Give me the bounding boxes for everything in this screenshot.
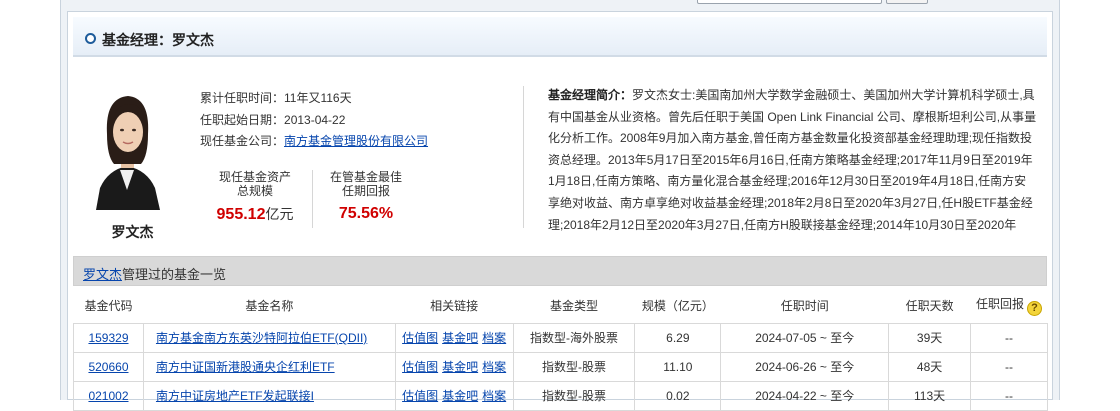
manager-name-link[interactable]: 罗文杰 <box>83 267 122 282</box>
fund-type: 指数型-股票 <box>512 351 636 382</box>
column-header-days: 任职天数 <box>905 299 954 314</box>
tenure-value: 11年又116天 <box>284 91 352 105</box>
tenure-period: 2024-06-26 ~ 至今 <box>720 351 890 382</box>
start-date-value: 2013-04-22 <box>284 112 346 127</box>
tenure-days: 113天 <box>888 380 972 411</box>
table-row: 159329 南方基金南方东英沙特阿拉伯ETF(QDII) 估值图 基金吧 档案 指… <box>73 322 1048 353</box>
fund-table: 基金代码 基金名称 相关链接 基金类型 规模（亿元） 任职时间 任职天数 任职回… <box>73 289 1048 411</box>
best-return-label-1: 在管基金最佳 <box>329 170 402 184</box>
fund-type: 指数型-海外股票 <box>512 322 636 353</box>
fund-size: 11.10 <box>634 351 722 382</box>
circle-bullet-icon <box>85 33 96 44</box>
search-button[interactable] <box>886 0 928 4</box>
valuation-chart-link[interactable]: 估值图 <box>402 331 438 345</box>
best-return-label-2: 任期回报 <box>341 184 390 198</box>
manager-info: 累计任职时间：11年又116天 任职起始日期：2013-04-22 现任基金公司… <box>200 88 428 153</box>
column-header-links: 相关链接 <box>430 299 479 314</box>
related-links: 估值图 基金吧 档案 <box>394 322 514 353</box>
stat-divider <box>312 170 313 228</box>
related-links: 估值图 基金吧 档案 <box>394 380 514 411</box>
fund-archive-link[interactable]: 档案 <box>482 360 506 374</box>
total-assets-label-2: 总规模 <box>236 184 273 198</box>
valuation-chart-link[interactable]: 估值图 <box>402 360 438 374</box>
column-header-return: 任职回报? <box>971 289 1048 323</box>
search-input[interactable] <box>697 0 882 4</box>
fund-size: 0.02 <box>634 380 722 411</box>
valuation-chart-link[interactable]: 估值图 <box>402 389 438 403</box>
table-header-row: 基金代码 基金名称 相关链接 基金类型 规模（亿元） 任职时间 任职天数 任职回… <box>74 289 1048 323</box>
section-header: 基金经理：罗文杰 <box>73 17 1047 57</box>
bio-label: 基金经理简介： <box>548 88 633 102</box>
total-assets-value-line: 955.12亿元 <box>205 204 305 225</box>
tenure-return: -- <box>970 351 1048 382</box>
manager-photo <box>90 90 165 210</box>
fund-archive-link[interactable]: 档案 <box>482 389 506 403</box>
fund-code-link[interactable]: 159329 <box>88 331 128 345</box>
fund-name-link[interactable]: 南方中证国新港股通央企红利ETF <box>156 360 335 374</box>
best-return-value: 75.56% <box>338 205 394 222</box>
tenure-days: 48天 <box>888 351 972 382</box>
tenure-label: 累计任职时间： <box>200 91 285 105</box>
total-assets-unit: 亿元 <box>265 206 294 222</box>
total-assets-stat: 现任基金资产 总规模 955.12亿元 <box>205 170 305 225</box>
fund-forum-link[interactable]: 基金吧 <box>442 331 478 345</box>
tenure-period: 2024-04-22 ~ 至今 <box>720 380 890 411</box>
fund-list-title-rest: 管理过的基金一览 <box>122 267 227 282</box>
fund-forum-link[interactable]: 基金吧 <box>442 389 478 403</box>
page-title: 基金经理：罗文杰 <box>102 32 214 48</box>
column-header-period: 任职时间 <box>780 299 829 314</box>
manager-name: 罗文杰 <box>111 224 154 240</box>
fund-list-title: 罗文杰管理过的基金一览 <box>83 264 226 283</box>
tenure-row: 累计任职时间：11年又116天 <box>200 88 428 110</box>
fund-code-link[interactable]: 520660 <box>88 360 128 374</box>
manager-bio: 基金经理简介：罗文杰女士:美国南加州大学数学金融硕士、美国加州大学计算机科学硕士… <box>548 85 1038 236</box>
total-assets-value: 955.12 <box>216 206 266 223</box>
column-header-name: 基金名称 <box>245 299 294 314</box>
tenure-return: -- <box>970 322 1048 353</box>
column-header-size: 规模（亿元） <box>641 299 714 314</box>
column-header-type: 基金类型 <box>549 299 598 314</box>
start-date-row: 任职起始日期：2013-04-22 <box>200 110 428 132</box>
start-date-label: 任职起始日期： <box>200 112 285 127</box>
question-icon[interactable]: ? <box>1027 301 1043 317</box>
tenure-days: 39天 <box>888 322 972 353</box>
company-label: 现任基金公司： <box>200 134 285 148</box>
company-row: 现任基金公司：南方基金管理股份有限公司 <box>200 131 428 153</box>
bio-divider <box>523 86 524 228</box>
company-link[interactable]: 南方基金管理股份有限公司 <box>284 134 428 148</box>
table-row: 520660 南方中证国新港股通央企红利ETF 估值图 基金吧 档案 指数型-股票 … <box>73 351 1048 382</box>
tenure-return: -- <box>970 380 1048 411</box>
fund-code-link[interactable]: 021002 <box>88 389 128 403</box>
fund-archive-link[interactable]: 档案 <box>482 331 506 345</box>
best-return-stat: 在管基金最佳 任期回报 75.56% <box>322 170 410 224</box>
fund-type: 指数型-股票 <box>512 380 636 411</box>
fund-list-header: 罗文杰管理过的基金一览 <box>73 256 1047 286</box>
total-assets-label-1: 现任基金资产 <box>218 170 291 184</box>
column-header-return-label: 任职回报 <box>976 297 1025 312</box>
column-header-code: 基金代码 <box>84 299 133 314</box>
fund-forum-link[interactable]: 基金吧 <box>442 360 478 374</box>
tenure-period: 2024-07-05 ~ 至今 <box>720 322 890 353</box>
fund-size: 6.29 <box>634 322 722 353</box>
fund-name-link[interactable]: 南方基金南方东英沙特阿拉伯ETF(QDII) <box>156 331 367 345</box>
related-links: 估值图 基金吧 档案 <box>394 351 514 382</box>
fund-name-link[interactable]: 南方中证房地产ETF发起联接I <box>156 389 314 403</box>
table-row: 021002 南方中证房地产ETF发起联接I 估值图 基金吧 档案 指数型-股票 0… <box>73 380 1048 411</box>
bio-text: 罗文杰女士:美国南加州大学数学金融硕士、美国加州大学计算机科学硕士,具有中国基金… <box>548 88 1037 232</box>
